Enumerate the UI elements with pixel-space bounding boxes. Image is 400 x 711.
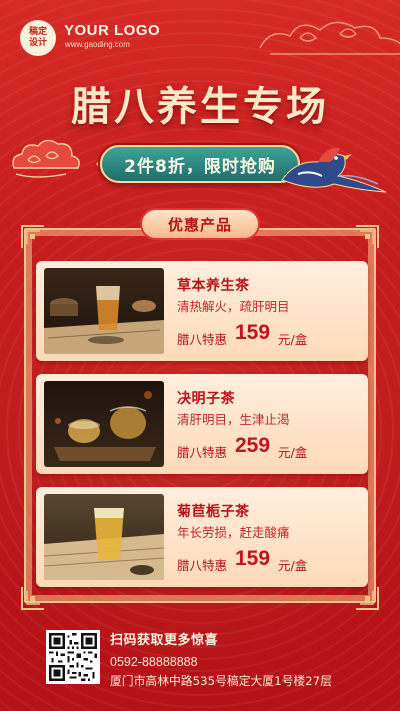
price-unit: 元/盒: [278, 445, 308, 460]
deal-label: 腊八特惠: [177, 445, 228, 460]
cloud-decoration-icon: [259, 21, 400, 55]
magpie-bird-icon: [281, 147, 387, 193]
poster: 稿定 设计 YOUR LOGO www.gaoding.com 腊八养生专场 2…: [0, 0, 400, 711]
frame-corner-icon: [356, 225, 379, 248]
product-description: 清肝明目，生津止渴: [177, 412, 290, 427]
section-label: 优惠产品: [140, 208, 260, 240]
auspicious-cloud-icon: [12, 139, 80, 178]
product-name: 决明子茶: [177, 391, 235, 407]
phone-number[interactable]: 0592-88888888: [110, 655, 198, 669]
price-unit: 元/盒: [278, 558, 308, 573]
product-card[interactable]: 菊苣栀子茶 年长劳损，赶走酸痛 腊八特惠 159 元/盒: [36, 487, 368, 587]
product-description: 年长劳损，赶走酸痛: [177, 525, 290, 540]
product-price: 159: [235, 321, 271, 344]
frame-corner-icon: [21, 225, 44, 248]
product-price: 159: [235, 547, 271, 570]
price-unit: 元/盒: [278, 332, 308, 347]
product-name: 菊苣栀子茶: [177, 504, 250, 520]
ornament-icon: [82, 158, 102, 170]
scan-prompt: 扫码获取更多惊喜: [110, 633, 219, 648]
product-description: 清热解火，疏肝明目: [177, 299, 290, 314]
product-name: 草本养生茶: [177, 278, 250, 294]
qr-code[interactable]: [46, 630, 100, 684]
product-image: [44, 494, 164, 580]
page-title: 腊八养生专场: [71, 83, 329, 130]
deal-label: 腊八特惠: [177, 558, 228, 573]
frame-corner-icon: [21, 587, 44, 610]
logo-url: www.gaoding.com: [65, 40, 130, 49]
promo-banner: 2件8折，限时抢购: [100, 145, 300, 183]
product-image: [44, 381, 164, 467]
product-card[interactable]: 草本养生茶 清热解火，疏肝明目 腊八特惠 159 元/盒: [36, 261, 368, 361]
logo-badge: 稿定 设计: [20, 20, 56, 56]
logo-text: YOUR LOGO: [64, 22, 161, 39]
deal-label: 腊八特惠: [177, 332, 228, 347]
product-price: 259: [235, 434, 271, 457]
address: 厦门市高林中路535号稿定大厦1号楼27层: [110, 674, 332, 688]
product-card[interactable]: 决明子茶 清肝明目，生津止渴 腊八特惠 259 元/盒: [36, 374, 368, 474]
product-image: [44, 268, 164, 354]
frame-corner-icon: [356, 587, 379, 610]
